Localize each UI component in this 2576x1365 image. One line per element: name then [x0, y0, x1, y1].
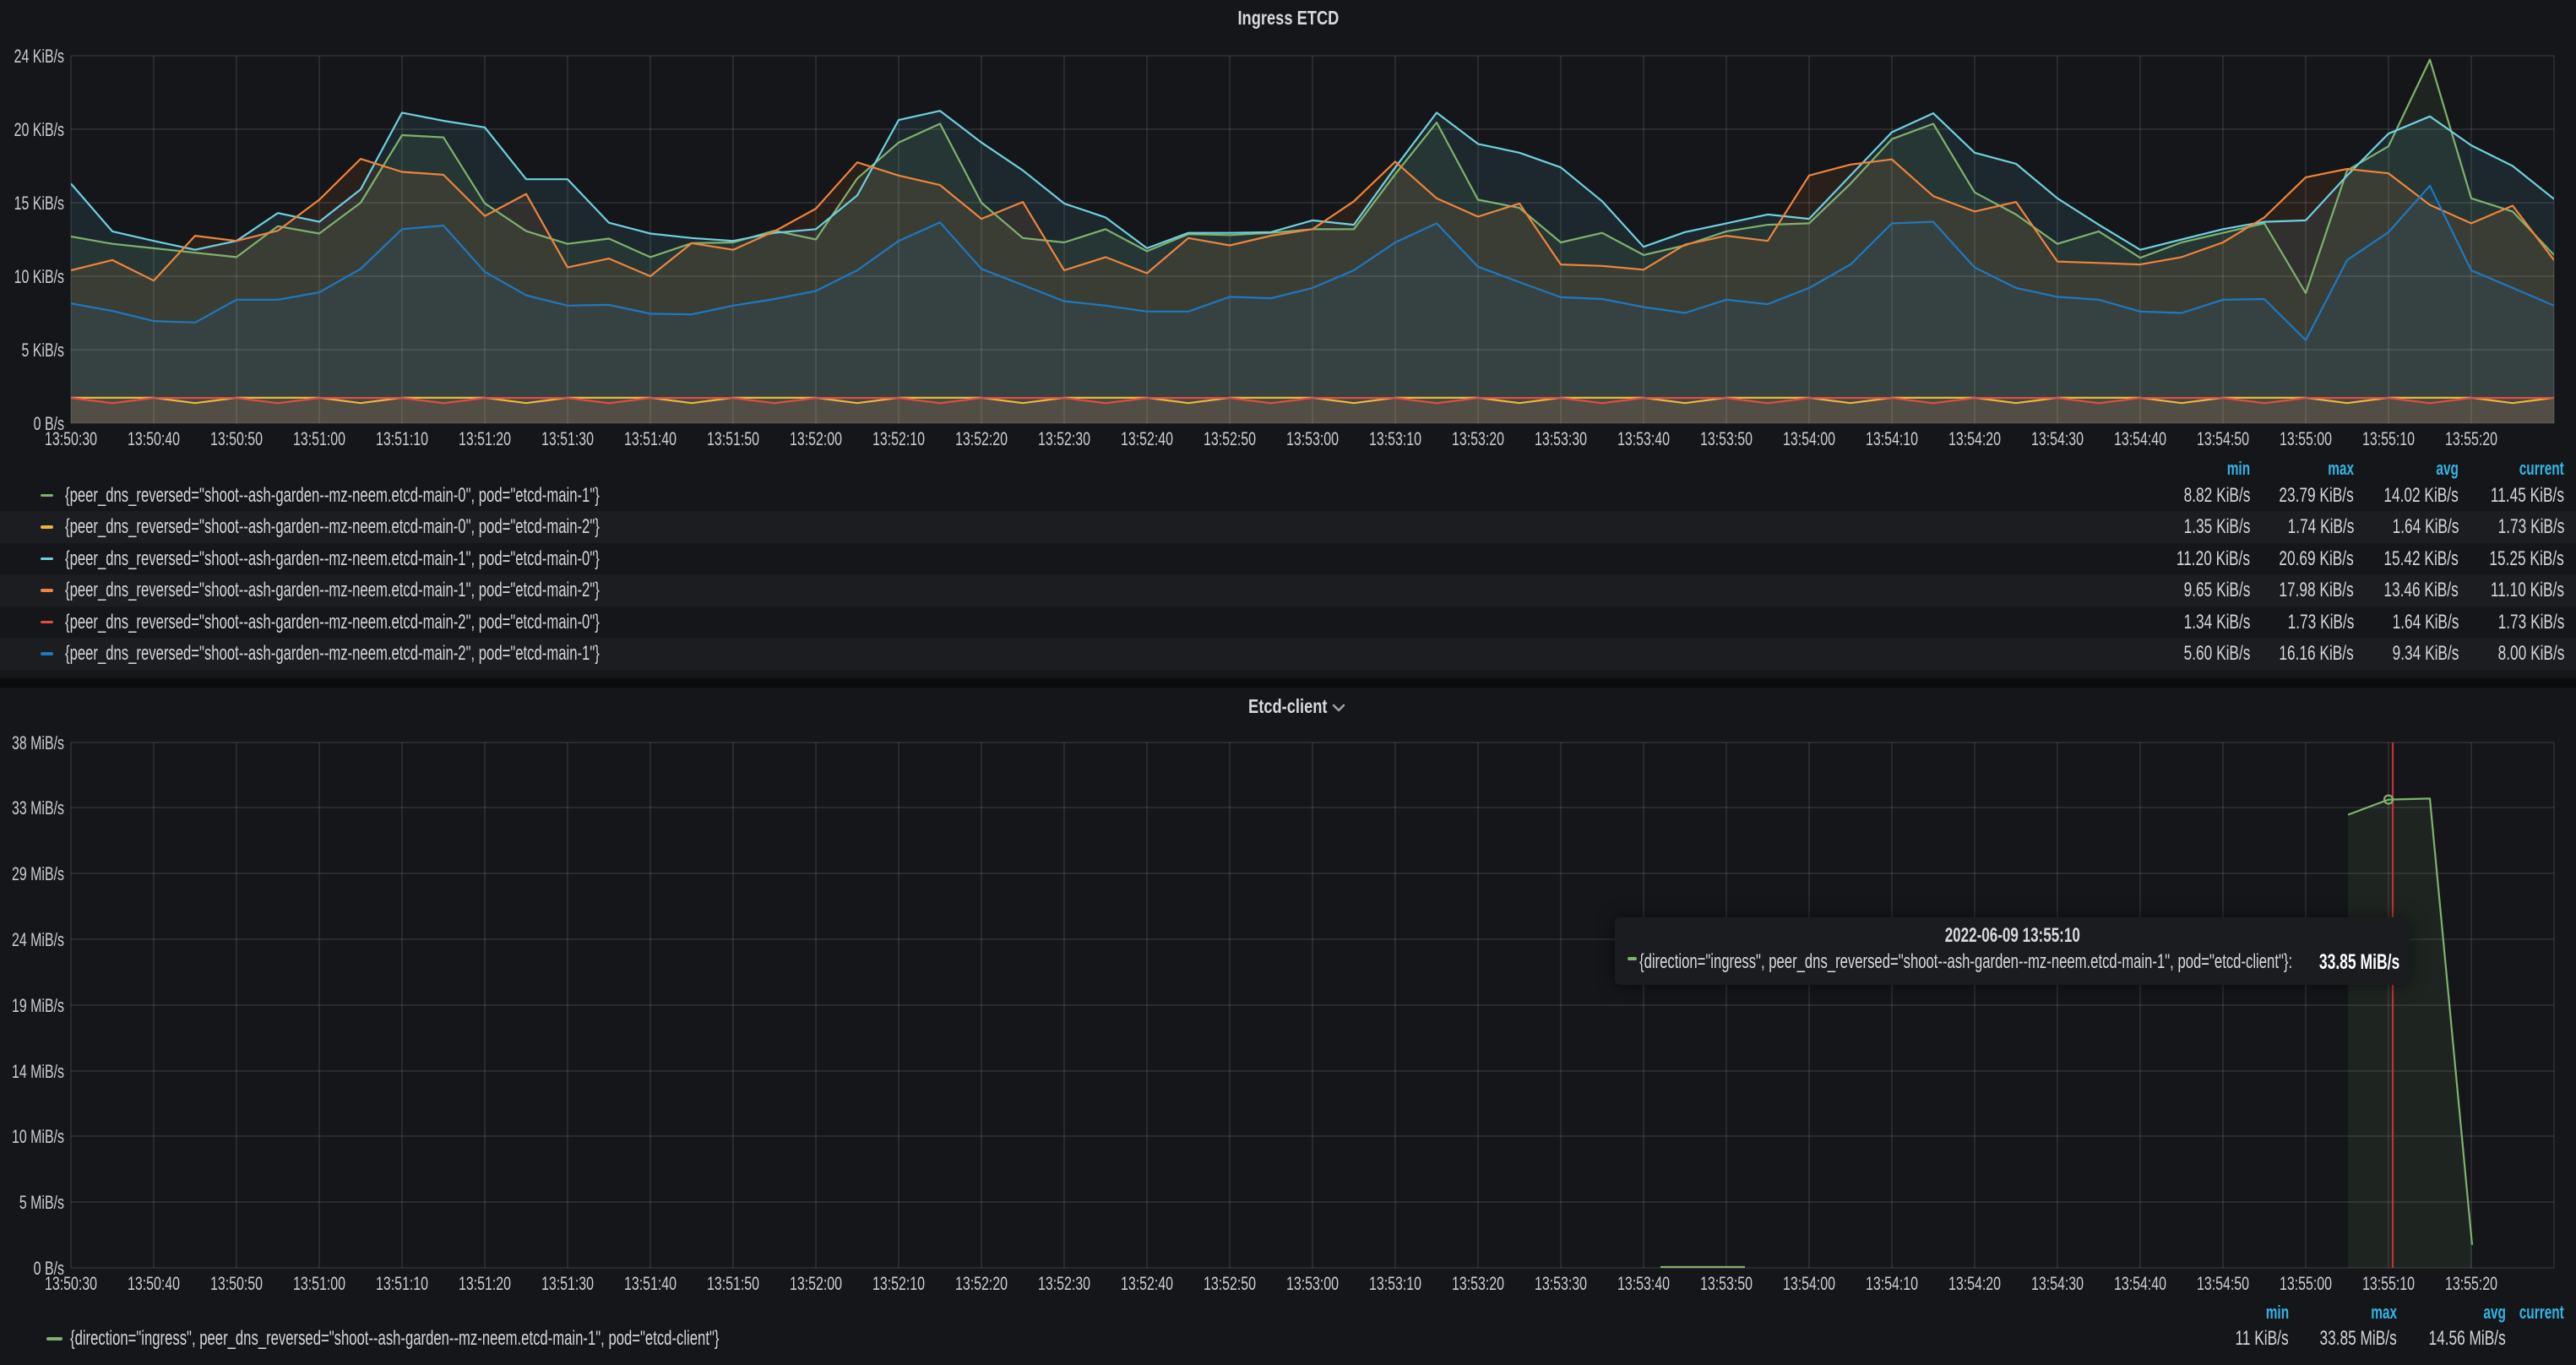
svg-text:29 MiB/s: 29 MiB/s [12, 865, 64, 885]
svg-text:13:53:10: 13:53:10 [1369, 1275, 1421, 1295]
svg-text:5 MiB/s: 5 MiB/s [19, 1194, 64, 1214]
svg-text:13:53:40: 13:53:40 [1617, 430, 1670, 450]
svg-text:13:52:10: 13:52:10 [872, 1275, 925, 1295]
svg-text:24 MiB/s: 24 MiB/s [12, 931, 64, 951]
svg-text:13:51:10: 13:51:10 [376, 430, 428, 450]
svg-text:13:52:50: 13:52:50 [1204, 1275, 1256, 1295]
svg-text:19 MiB/s: 19 MiB/s [12, 997, 64, 1017]
svg-text:13:54:20: 13:54:20 [1948, 1275, 2001, 1295]
svg-text:13:54:10: 13:54:10 [1866, 430, 1918, 450]
svg-text:13:55:00: 13:55:00 [2280, 430, 2332, 450]
svg-text:13:55:10: 13:55:10 [2362, 430, 2415, 450]
svg-text:13:54:30: 13:54:30 [2031, 1275, 2084, 1295]
svg-text:14 MiB/s: 14 MiB/s [12, 1063, 64, 1083]
svg-text:13:50:30: 13:50:30 [45, 1275, 97, 1295]
svg-text:13:54:10: 13:54:10 [1866, 1275, 1918, 1295]
svg-text:13:54:40: 13:54:40 [2114, 1275, 2166, 1295]
svg-text:13:51:00: 13:51:00 [293, 430, 345, 450]
svg-text:38 MiB/s: 38 MiB/s [12, 734, 64, 754]
svg-text:13:50:50: 13:50:50 [210, 430, 263, 450]
svg-text:13:55:10: 13:55:10 [2362, 1275, 2415, 1295]
svg-text:13:51:10: 13:51:10 [376, 1275, 428, 1295]
svg-text:13:55:20: 13:55:20 [2445, 430, 2497, 450]
svg-text:5 KiB/s: 5 KiB/s [21, 341, 64, 362]
svg-text:13:51:40: 13:51:40 [624, 430, 677, 450]
svg-text:10 KiB/s: 10 KiB/s [14, 268, 64, 288]
svg-text:13:50:50: 13:50:50 [210, 1275, 263, 1295]
svg-text:13:53:50: 13:53:50 [1700, 430, 1753, 450]
svg-text:13:53:00: 13:53:00 [1286, 1275, 1339, 1295]
svg-text:15 KiB/s: 15 KiB/s [14, 194, 64, 215]
svg-text:13:52:10: 13:52:10 [872, 430, 925, 450]
svg-text:13:51:20: 13:51:20 [459, 1275, 511, 1295]
svg-text:13:50:30: 13:50:30 [45, 430, 97, 450]
svg-text:13:52:40: 13:52:40 [1121, 430, 1173, 450]
svg-text:13:53:50: 13:53:50 [1700, 1275, 1753, 1295]
svg-text:13:54:40: 13:54:40 [2114, 430, 2166, 450]
svg-text:13:52:30: 13:52:30 [1038, 1275, 1090, 1295]
svg-text:13:50:40: 13:50:40 [128, 1275, 180, 1295]
svg-text:13:54:20: 13:54:20 [1948, 430, 2001, 450]
svg-text:13:51:50: 13:51:50 [707, 430, 759, 450]
svg-text:33 MiB/s: 33 MiB/s [12, 799, 64, 819]
svg-text:13:52:20: 13:52:20 [955, 1275, 1008, 1295]
svg-text:13:52:00: 13:52:00 [790, 430, 842, 450]
svg-text:13:52:40: 13:52:40 [1121, 1275, 1173, 1295]
svg-text:20 KiB/s: 20 KiB/s [14, 121, 64, 141]
svg-text:13:55:20: 13:55:20 [2445, 1275, 2497, 1295]
svg-text:13:53:10: 13:53:10 [1369, 430, 1421, 450]
svg-text:13:52:20: 13:52:20 [955, 430, 1008, 450]
svg-text:13:51:30: 13:51:30 [541, 430, 594, 450]
svg-text:10 MiB/s: 10 MiB/s [12, 1128, 64, 1148]
svg-text:13:54:00: 13:54:00 [1783, 430, 1835, 450]
svg-text:13:53:20: 13:53:20 [1452, 1275, 1504, 1295]
svg-text:13:55:00: 13:55:00 [2280, 1275, 2332, 1295]
svg-text:13:53:30: 13:53:30 [1535, 430, 1587, 450]
svg-text:13:53:40: 13:53:40 [1617, 1275, 1670, 1295]
svg-text:13:53:00: 13:53:00 [1286, 430, 1339, 450]
svg-text:13:54:30: 13:54:30 [2031, 430, 2084, 450]
svg-text:13:52:00: 13:52:00 [790, 1275, 842, 1295]
svg-text:13:54:50: 13:54:50 [2197, 430, 2249, 450]
svg-text:13:53:30: 13:53:30 [1535, 1275, 1587, 1295]
svg-text:13:51:30: 13:51:30 [541, 1275, 594, 1295]
svg-text:13:51:00: 13:51:00 [293, 1275, 345, 1295]
svg-text:13:50:40: 13:50:40 [128, 430, 180, 450]
svg-text:13:52:30: 13:52:30 [1038, 430, 1090, 450]
svg-text:13:54:50: 13:54:50 [2197, 1275, 2249, 1295]
svg-text:13:51:20: 13:51:20 [459, 430, 511, 450]
svg-text:13:52:50: 13:52:50 [1204, 430, 1256, 450]
svg-text:13:51:40: 13:51:40 [624, 1275, 677, 1295]
svg-text:13:53:20: 13:53:20 [1452, 430, 1504, 450]
svg-text:13:51:50: 13:51:50 [707, 1275, 759, 1295]
svg-text:24 KiB/s: 24 KiB/s [14, 47, 64, 68]
svg-text:13:54:00: 13:54:00 [1783, 1275, 1835, 1295]
